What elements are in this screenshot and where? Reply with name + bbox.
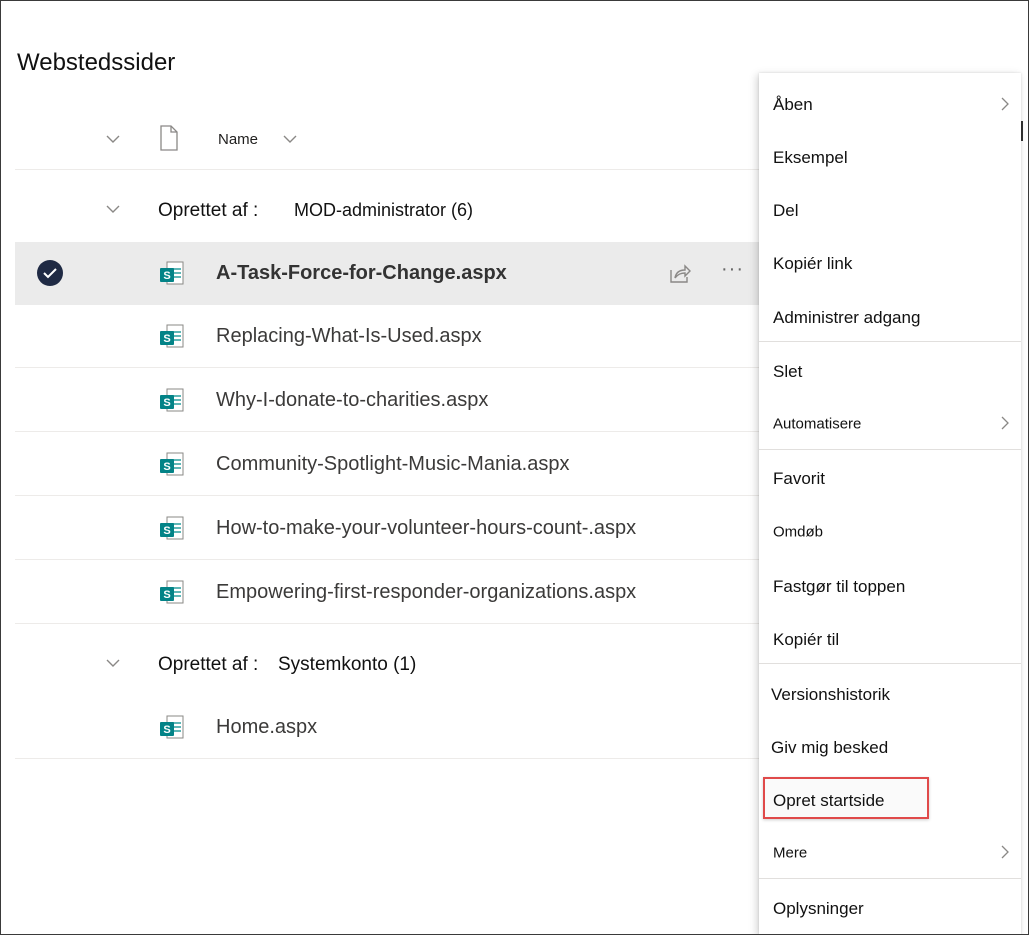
sharepoint-page-icon: S bbox=[157, 578, 187, 608]
chevron-right-icon bbox=[997, 414, 1013, 432]
selected-check-icon[interactable] bbox=[37, 260, 63, 286]
group-header[interactable]: Oprettet af : MOD-administrator (6) bbox=[15, 177, 759, 241]
menu-item-preview[interactable]: Eksempel bbox=[759, 133, 1021, 183]
sort-chevron-down-icon[interactable] bbox=[280, 129, 300, 149]
svg-text:S: S bbox=[163, 525, 170, 537]
menu-item-details[interactable]: Oplysninger bbox=[759, 884, 1021, 934]
more-options-icon[interactable]: ··· bbox=[721, 259, 745, 282]
menu-item-automate[interactable]: Automatisere bbox=[759, 399, 1021, 449]
menu-item-copy-to[interactable]: Kopiér til bbox=[759, 615, 1021, 665]
table-row[interactable]: S Replacing-What-Is-Used.aspx bbox=[15, 305, 759, 368]
file-name-link[interactable]: Replacing-What-Is-Used.aspx bbox=[216, 325, 482, 348]
chevron-right-icon bbox=[997, 843, 1013, 861]
table-row[interactable]: S A-Task-Force-for-Change.aspx ··· bbox=[15, 242, 759, 305]
menu-item-version-history[interactable]: Versionshistorik bbox=[759, 670, 1021, 720]
sharepoint-page-icon: S bbox=[157, 713, 187, 743]
group-value: Systemkonto (1) bbox=[278, 654, 417, 675]
table-row[interactable]: S How-to-make-your-volunteer-hours-count… bbox=[15, 497, 759, 560]
menu-divider bbox=[759, 341, 1021, 342]
group-label: Oprettet af : bbox=[158, 654, 259, 675]
menu-item-share[interactable]: Del bbox=[759, 186, 1021, 236]
sharepoint-page-icon: S bbox=[157, 322, 187, 352]
sharepoint-page-icon: S bbox=[157, 386, 187, 416]
svg-text:S: S bbox=[163, 589, 170, 601]
svg-text:S: S bbox=[163, 724, 170, 736]
collapse-chevron-icon[interactable] bbox=[103, 199, 123, 219]
svg-text:S: S bbox=[163, 397, 170, 409]
svg-text:S: S bbox=[163, 270, 170, 282]
menu-item-pin-to-top[interactable]: Fastgør til toppen bbox=[759, 562, 1021, 612]
group-header[interactable]: Oprettet af : Systemkonto (1) bbox=[15, 631, 759, 695]
list-header-row: Name bbox=[15, 111, 759, 170]
menu-item-favorite[interactable]: Favorit bbox=[759, 454, 1021, 504]
table-row[interactable]: S Why-I-donate-to-charities.aspx bbox=[15, 369, 759, 432]
sharepoint-page-icon: S bbox=[157, 259, 187, 289]
menu-item-make-homepage[interactable]: Opret startside bbox=[759, 776, 1021, 826]
table-row[interactable]: S Community-Spotlight-Music-Mania.aspx bbox=[15, 433, 759, 496]
menu-divider bbox=[759, 878, 1021, 879]
chevron-right-icon bbox=[997, 95, 1013, 113]
file-name-link[interactable]: A-Task-Force-for-Change.aspx bbox=[216, 262, 507, 285]
menu-item-copy-link[interactable]: Kopiér link bbox=[759, 239, 1021, 289]
menu-divider bbox=[759, 449, 1021, 450]
share-icon[interactable] bbox=[667, 260, 693, 286]
menu-item-alert-me[interactable]: Giv mig besked bbox=[759, 723, 1021, 773]
svg-text:S: S bbox=[163, 461, 170, 473]
collapse-chevron-icon[interactable] bbox=[103, 653, 123, 673]
app-frame: Webstedssider Name Oprettet af : MOD-adm… bbox=[0, 0, 1029, 935]
page-title: Webstedssider bbox=[17, 49, 176, 76]
menu-item-delete[interactable]: Slet bbox=[759, 347, 1021, 397]
file-name-link[interactable]: How-to-make-your-volunteer-hours-count-.… bbox=[216, 517, 636, 540]
menu-item-open[interactable]: Åben bbox=[759, 80, 1021, 130]
file-name-link[interactable]: Why-I-donate-to-charities.aspx bbox=[216, 389, 488, 412]
scroll-edge bbox=[1021, 121, 1023, 141]
file-name-link[interactable]: Empowering-first-responder-organizations… bbox=[216, 581, 636, 604]
menu-divider bbox=[759, 663, 1021, 664]
group-value: MOD-administrator (6) bbox=[294, 200, 474, 220]
file-name-link[interactable]: Community-Spotlight-Music-Mania.aspx bbox=[216, 453, 569, 476]
name-column-header[interactable]: Name bbox=[218, 131, 258, 148]
context-menu: Åben Eksempel Del Kopiér link Administre… bbox=[759, 73, 1021, 934]
group-label: Oprettet af : bbox=[158, 200, 259, 221]
sharepoint-page-icon: S bbox=[157, 450, 187, 480]
menu-item-manage-access[interactable]: Administrer adgang bbox=[759, 293, 1021, 343]
file-name-link[interactable]: Home.aspx bbox=[216, 716, 317, 739]
menu-item-more[interactable]: Mere bbox=[759, 828, 1021, 878]
file-type-icon[interactable] bbox=[159, 125, 179, 151]
select-all-chevron-icon[interactable] bbox=[103, 129, 123, 149]
svg-text:S: S bbox=[163, 333, 170, 345]
table-row[interactable]: S Empowering-first-responder-organizatio… bbox=[15, 561, 759, 624]
sharepoint-page-icon: S bbox=[157, 514, 187, 544]
menu-item-rename[interactable]: Omdøb bbox=[759, 507, 1021, 557]
table-row[interactable]: S Home.aspx bbox=[15, 696, 759, 759]
